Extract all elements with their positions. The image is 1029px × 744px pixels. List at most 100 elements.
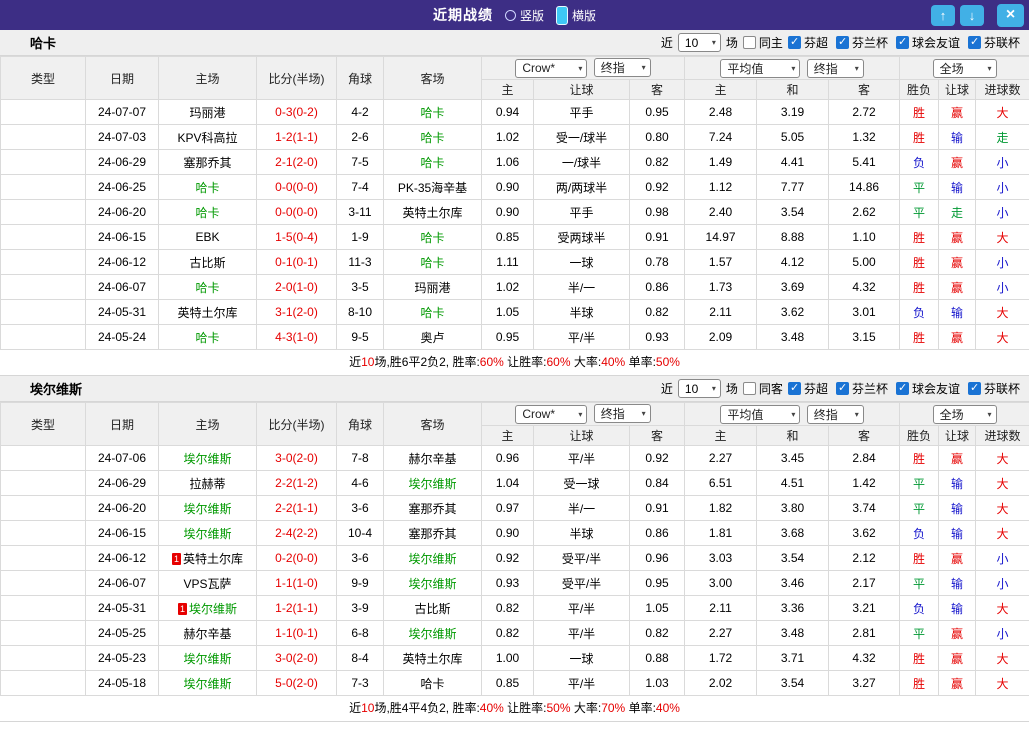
- checkbox-icon[interactable]: [788, 382, 801, 395]
- league-type-cell: 芬超: [1, 671, 86, 696]
- checkbox-icon[interactable]: [743, 382, 756, 395]
- avg-away-cell: 5.00: [829, 250, 900, 275]
- avg-header-cell: 平均值▾ 终指▾: [685, 57, 900, 80]
- corners-cell: 7-4: [337, 175, 384, 200]
- checkbox-icon[interactable]: [968, 36, 981, 49]
- avg-draw-cell: 3.80: [757, 496, 829, 521]
- checkbox-icon[interactable]: [896, 36, 909, 49]
- result-handicap-cell: 赢: [939, 225, 976, 250]
- chevron-down-icon: ▾: [988, 64, 992, 73]
- league-type-cell: 芬超: [1, 275, 86, 300]
- scope-select[interactable]: 全场▾: [933, 59, 997, 78]
- avg-away-cell: 2.17: [829, 571, 900, 596]
- page-title: 近期战绩: [433, 5, 493, 25]
- league-filter[interactable]: 球会友谊: [896, 380, 960, 397]
- avg-source-select[interactable]: 平均值▾: [720, 405, 800, 424]
- chevron-down-icon: ▾: [578, 410, 582, 419]
- summary-text: 40%: [656, 701, 680, 715]
- home-team-cell: 拉赫蒂: [159, 471, 257, 496]
- match-count-select[interactable]: 10▾: [678, 33, 721, 52]
- col-header-away: 客场: [384, 403, 482, 446]
- scroll-down-button[interactable]: ↓: [960, 5, 984, 26]
- avg-home-cell: 2.27: [685, 621, 757, 646]
- checkbox-icon[interactable]: [743, 36, 756, 49]
- league-filter[interactable]: 芬联杯: [968, 380, 1020, 397]
- checkbox-icon[interactable]: [836, 36, 849, 49]
- avg-away-cell: 4.32: [829, 275, 900, 300]
- home-team-cell: 1英特土尔库: [159, 546, 257, 571]
- chevron-down-icon: ▾: [855, 410, 859, 419]
- summary-text: 60%: [547, 355, 571, 369]
- handicap-cell: 平手: [534, 200, 630, 225]
- odds-company-select[interactable]: Crow*▾: [515, 59, 587, 78]
- away-odds-cell: 0.86: [630, 521, 685, 546]
- league-type-cell: 芬超: [1, 596, 86, 621]
- league-filter[interactable]: 球会友谊: [896, 34, 960, 51]
- home-team-cell: 哈卡: [159, 275, 257, 300]
- radio-icon[interactable]: [505, 10, 516, 21]
- league-filter[interactable]: 芬兰杯: [836, 34, 888, 51]
- col-header-corner: 角球: [337, 403, 384, 446]
- corners-cell: 7-8: [337, 446, 384, 471]
- league-type-cell: 芬超: [1, 200, 86, 225]
- result-goals-cell: 小: [976, 546, 1029, 571]
- corners-cell: 3-6: [337, 496, 384, 521]
- date-cell: 24-06-15: [86, 225, 159, 250]
- checkbox-icon[interactable]: [968, 382, 981, 395]
- avg-home-cell: 2.02: [685, 671, 757, 696]
- home-team-cell: 古比斯: [159, 250, 257, 275]
- summary-text: 场,胜4平4负2, 胜率:: [374, 701, 479, 715]
- score-cell: 2-2(1-1): [257, 496, 337, 521]
- odds-final-select[interactable]: 终指▾: [594, 404, 651, 423]
- close-button[interactable]: ×: [997, 4, 1024, 27]
- odds-company-select[interactable]: Crow*▾: [515, 405, 587, 424]
- result-handicap-cell: 输: [939, 125, 976, 150]
- red-card-icon: 1: [178, 603, 187, 615]
- match-count-select[interactable]: 10▾: [678, 379, 721, 398]
- corners-cell: 7-3: [337, 671, 384, 696]
- away-odds-cell: 0.92: [630, 446, 685, 471]
- avg-draw-cell: 3.71: [757, 646, 829, 671]
- layout-radio-vertical[interactable]: 竖版: [505, 7, 544, 24]
- handicap-cell: 受平/半: [534, 546, 630, 571]
- league-filter[interactable]: 芬超: [788, 380, 828, 397]
- match-row: 芬兰杯24-06-25哈卡0-0(0-0)7-4PK-35海辛基0.90两/两球…: [1, 175, 1029, 200]
- league-filter[interactable]: 芬联杯: [968, 34, 1020, 51]
- home-odds-cell: 1.06: [482, 150, 534, 175]
- date-cell: 24-05-24: [86, 325, 159, 350]
- col-header-avg-away: 客: [829, 426, 900, 446]
- league-filter[interactable]: 芬兰杯: [836, 380, 888, 397]
- same-venue-filter[interactable]: 同客: [743, 380, 783, 397]
- checkbox-icon[interactable]: [788, 36, 801, 49]
- filter-bar: 近 10▾ 场 同主 芬超芬兰杯球会友谊芬联杯: [661, 33, 1020, 52]
- avg-home-cell: 2.09: [685, 325, 757, 350]
- radio-icon[interactable]: [556, 6, 568, 25]
- scroll-up-button[interactable]: ↑: [931, 5, 955, 26]
- avg-final-select[interactable]: 终指▾: [807, 405, 864, 424]
- odds-final-select[interactable]: 终指▾: [594, 58, 651, 77]
- layout-radio-horizontal[interactable]: 横版: [556, 6, 596, 25]
- league-filter[interactable]: 芬超: [788, 34, 828, 51]
- checkbox-icon[interactable]: [836, 382, 849, 395]
- avg-draw-cell: 3.48: [757, 621, 829, 646]
- same-venue-filter[interactable]: 同主: [743, 34, 783, 51]
- matches-table: 类型 日期 主场 比分(半场) 角球 客场 Crow*▾ 终指▾ 平均值▾ 终指…: [0, 402, 1029, 696]
- chevron-down-icon: ▾: [988, 410, 992, 419]
- result-wdl-cell: 平: [900, 496, 939, 521]
- scope-select[interactable]: 全场▾: [933, 405, 997, 424]
- home-odds-cell: 0.82: [482, 596, 534, 621]
- avg-draw-cell: 3.62: [757, 300, 829, 325]
- home-team-cell: 埃尔维斯: [159, 646, 257, 671]
- corners-cell: 4-2: [337, 100, 384, 125]
- col-header-goals: 进球数: [976, 80, 1029, 100]
- league-filter-label: 球会友谊: [912, 380, 960, 397]
- summary-text: 单率:: [625, 701, 656, 715]
- away-odds-cell: 0.82: [630, 150, 685, 175]
- home-odds-cell: 0.93: [482, 571, 534, 596]
- checkbox-icon[interactable]: [896, 382, 909, 395]
- avg-final-select[interactable]: 终指▾: [807, 59, 864, 78]
- result-goals-cell: 大: [976, 300, 1029, 325]
- avg-source-select[interactable]: 平均值▾: [720, 59, 800, 78]
- away-odds-cell: 0.82: [630, 300, 685, 325]
- home-team-cell: 哈卡: [159, 175, 257, 200]
